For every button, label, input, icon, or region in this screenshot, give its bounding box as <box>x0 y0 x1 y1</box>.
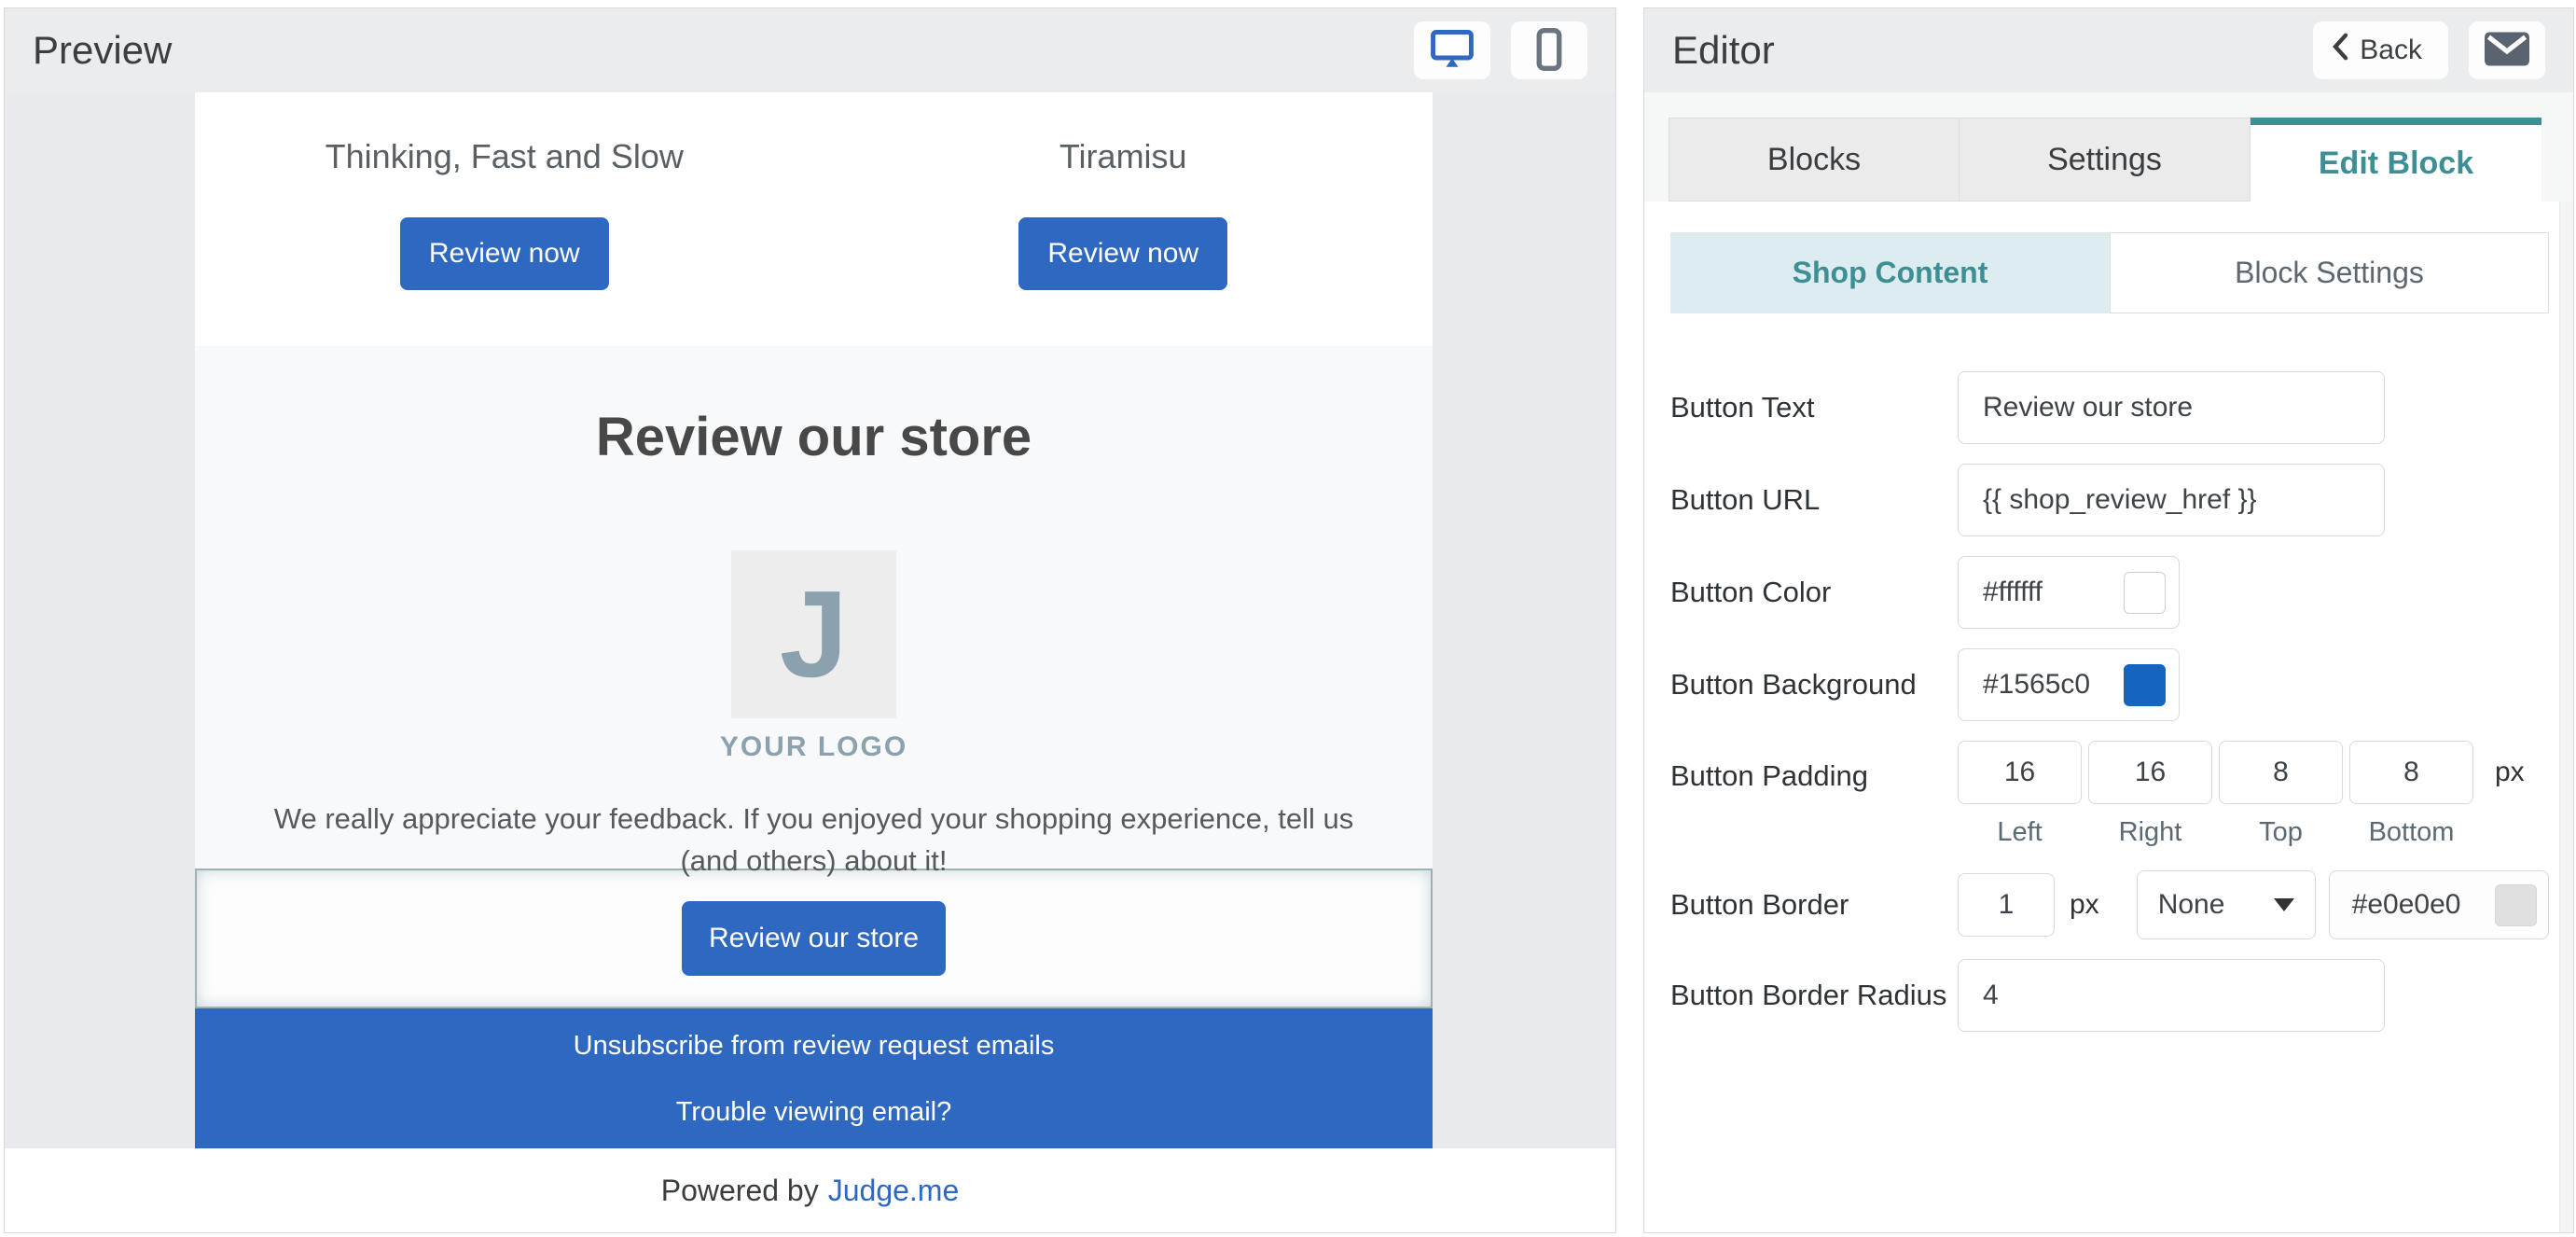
back-button[interactable]: Back <box>2313 21 2448 79</box>
edit-block-subtabs: Shop Content Block Settings <box>1670 232 2549 313</box>
padding-left-input[interactable] <box>1958 741 2082 804</box>
border-color-input[interactable]: #e0e0e0 <box>2329 870 2549 939</box>
chevron-left-icon <box>2332 33 2348 68</box>
button-background-value: #1565c0 <box>1983 669 2090 701</box>
edit-block-content: Shop Content Block Settings Button Text … <box>1644 232 2573 1032</box>
email-footer: Unsubscribe from review request emails T… <box>195 1008 1433 1148</box>
field-label: Button Background <box>1670 668 1958 702</box>
email-canvas: Thinking, Fast and Slow Review now Tiram… <box>195 92 1433 1148</box>
field-row-button-border: Button Border px None #e0e0e0 <box>1670 870 2573 939</box>
border-color-value: #e0e0e0 <box>2352 889 2461 921</box>
tab-settings[interactable]: Settings <box>1960 118 2251 202</box>
edit-block-form: Button Text Button URL Button Color #fff… <box>1670 371 2573 1032</box>
padding-top-input[interactable] <box>2219 741 2343 804</box>
caret-down-icon <box>2274 898 2294 911</box>
product-card: Tiramisu Review now <box>814 92 1433 346</box>
preview-panel: Preview Thinking, Fast and Sl <box>4 7 1616 1233</box>
border-style-value: None <box>2158 889 2225 921</box>
button-background-input[interactable]: #1565c0 <box>1958 648 2180 721</box>
padding-right-input[interactable] <box>2088 741 2212 804</box>
padding-sublabel-left: Left <box>1958 817 2082 848</box>
field-label: Button URL <box>1670 483 1958 517</box>
mail-button[interactable] <box>2469 21 2545 79</box>
smartphone-icon <box>1536 28 1562 74</box>
review-now-button[interactable]: Review now <box>400 217 609 290</box>
review-now-button[interactable]: Review now <box>1018 217 1227 290</box>
color-swatch-gray[interactable] <box>2495 884 2537 926</box>
button-url-input[interactable] <box>1958 464 2385 536</box>
field-row-button-background: Button Background #1565c0 <box>1670 648 2573 721</box>
field-label: Button Border Radius <box>1670 979 1958 1012</box>
powered-by: Powered by Judge.me <box>5 1148 1615 1232</box>
color-swatch-white[interactable] <box>2124 572 2166 614</box>
field-row-button-url: Button URL <box>1670 464 2573 536</box>
store-review-block[interactable]: Review our store J YOUR LOGO We really a… <box>195 346 1433 869</box>
app: Preview Thinking, Fast and Sl <box>0 0 2576 1237</box>
editor-header: Editor Back <box>1644 8 2573 92</box>
padding-sublabel-right: Right <box>2088 817 2212 848</box>
padding-sublabels: Left Right Top Bottom <box>1958 817 2525 848</box>
field-row-button-text: Button Text <box>1670 371 2573 444</box>
button-color-input[interactable]: #ffffff <box>1958 556 2180 629</box>
field-row-button-padding: Button Padding px Left Right Top <box>1670 741 2573 848</box>
px-unit-label: px <box>2495 757 2525 788</box>
tab-edit-block[interactable]: Edit Block <box>2251 118 2541 202</box>
editor-title: Editor <box>1672 28 1775 73</box>
back-label: Back <box>2360 35 2422 66</box>
field-label: Button Border <box>1670 888 1958 922</box>
color-swatch-blue[interactable] <box>2124 664 2166 706</box>
field-label: Button Text <box>1670 391 1958 424</box>
padding-sublabel-bottom: Bottom <box>2349 817 2473 848</box>
field-label: Button Color <box>1670 576 1958 609</box>
editor-panel: Editor Back Blocks Settings <box>1643 7 2574 1233</box>
border-radius-input[interactable] <box>1958 959 2385 1032</box>
padding-sublabel-top: Top <box>2219 817 2343 848</box>
selected-block[interactable]: Review our store <box>195 869 1433 1008</box>
button-color-value: #ffffff <box>1983 577 2043 608</box>
field-label: Button Padding <box>1670 759 1958 793</box>
product-name: Tiramisu <box>1059 137 1187 176</box>
preview-title: Preview <box>33 28 172 73</box>
field-row-button-color: Button Color #ffffff <box>1670 556 2573 629</box>
powered-by-text: Powered by <box>661 1174 819 1208</box>
border-width-input[interactable] <box>1958 873 2055 937</box>
tab-blocks[interactable]: Blocks <box>1669 118 1960 202</box>
monitor-icon <box>1431 30 1474 72</box>
review-store-button[interactable]: Review our store <box>682 901 946 976</box>
trouble-viewing-link[interactable]: Trouble viewing email? <box>676 1097 952 1128</box>
editor-header-actions: Back <box>2313 21 2545 79</box>
logo-letter: J <box>780 573 848 696</box>
button-text-input[interactable] <box>1958 371 2385 444</box>
mail-icon <box>2485 32 2529 69</box>
editor-scrollbar[interactable] <box>2559 202 2573 1232</box>
product-card: Thinking, Fast and Slow Review now <box>195 92 814 346</box>
judgeme-link[interactable]: Judge.me <box>828 1174 960 1208</box>
logo-caption: YOUR LOGO <box>195 731 1433 763</box>
preview-header: Preview <box>5 8 1615 92</box>
field-row-border-radius: Button Border Radius <box>1670 959 2573 1032</box>
mobile-view-button[interactable] <box>1511 21 1587 79</box>
desktop-view-button[interactable] <box>1414 21 1490 79</box>
logo-image: J <box>731 550 896 718</box>
product-name: Thinking, Fast and Slow <box>325 137 684 176</box>
subtab-shop-content[interactable]: Shop Content <box>1670 232 2110 313</box>
products-block[interactable]: Thinking, Fast and Slow Review now Tiram… <box>195 92 1433 346</box>
editor-tabbar: Blocks Settings Edit Block <box>1644 92 2573 202</box>
border-style-select[interactable]: None <box>2137 870 2316 939</box>
px-unit-label: px <box>2070 889 2099 921</box>
device-toggle <box>1414 21 1587 79</box>
unsubscribe-link[interactable]: Unsubscribe from review request emails <box>574 1031 1055 1062</box>
store-review-heading: Review our store <box>195 346 1433 468</box>
email-preview: Thinking, Fast and Slow Review now Tiram… <box>5 92 1615 1232</box>
subtab-block-settings[interactable]: Block Settings <box>2110 232 2549 313</box>
padding-bottom-input[interactable] <box>2349 741 2473 804</box>
